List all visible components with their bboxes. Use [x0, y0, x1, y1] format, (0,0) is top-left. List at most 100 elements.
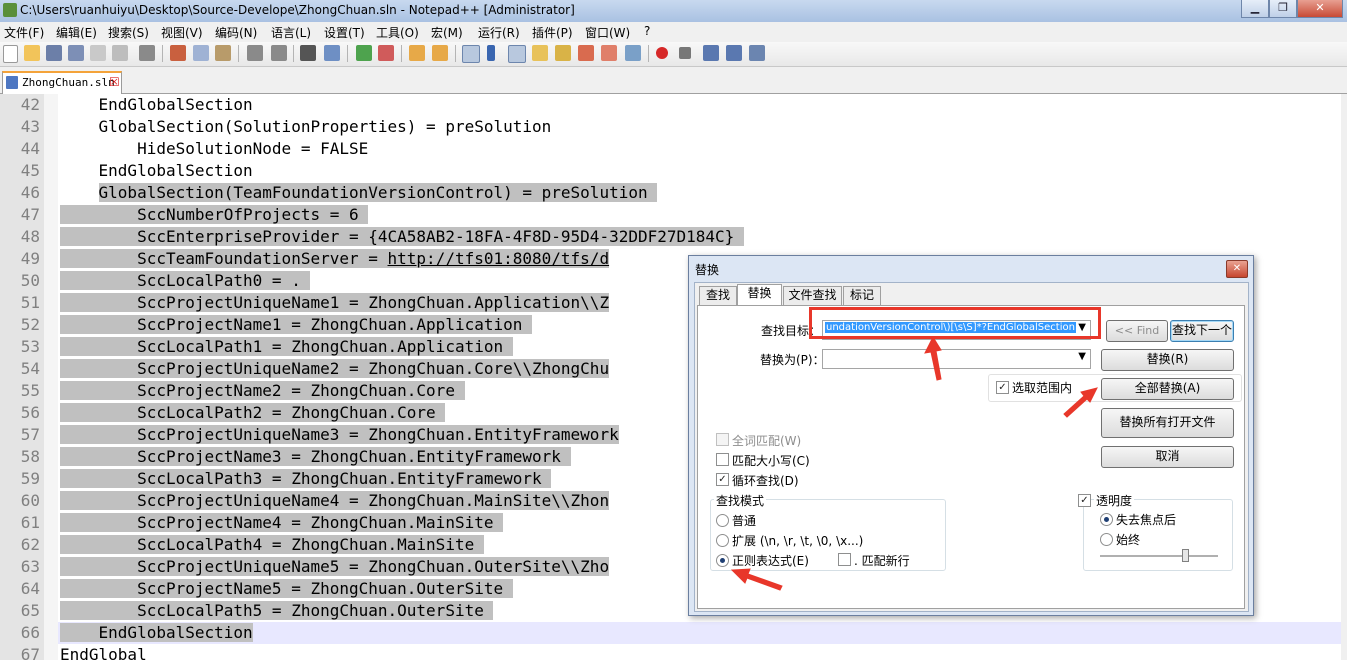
- cancel-button[interactable]: 取消: [1101, 446, 1234, 468]
- replace-all-open-docs-button[interactable]: 替换所有打开文件: [1101, 408, 1234, 438]
- editor-line[interactable]: 48 SccEnterpriseProvider = {4CA58AB2-18F…: [0, 226, 1347, 248]
- save-macro-icon[interactable]: [749, 45, 765, 61]
- whole-word-checkbox[interactable]: [716, 433, 729, 446]
- minimize-button[interactable]: ▁: [1241, 0, 1269, 18]
- print-icon[interactable]: [139, 45, 155, 61]
- zoom-in-icon[interactable]: [356, 45, 372, 61]
- indent-guide-icon[interactable]: [508, 45, 526, 63]
- wrap-around-checkbox[interactable]: ✓: [716, 473, 729, 486]
- sync-horizontal-icon[interactable]: [432, 45, 448, 61]
- define-language-icon[interactable]: [532, 45, 548, 61]
- editor-line[interactable]: 44 HideSolutionNode = FALSE: [0, 138, 1347, 160]
- code-text: SccLocalPath2 = ZhongChuan.Core: [60, 402, 446, 424]
- dialog-close-button[interactable]: ✕: [1226, 260, 1248, 278]
- transparency-slider-thumb[interactable]: [1182, 549, 1189, 562]
- code-text: SccProjectUniqueName1 = ZhongChuan.Appli…: [60, 292, 610, 314]
- find-next-button[interactable]: 查找下一个: [1170, 320, 1234, 342]
- menu-plugins[interactable]: 插件(P): [532, 24, 573, 41]
- save-icon[interactable]: [46, 45, 62, 61]
- line-number: 67: [20, 645, 40, 664]
- close-button[interactable]: ✕: [1297, 0, 1343, 18]
- mode-extended-radio[interactable]: [716, 534, 729, 547]
- vertical-scrollbar[interactable]: [1341, 94, 1347, 660]
- match-case-checkbox[interactable]: [716, 453, 729, 466]
- find-prev-button[interactable]: << Find: [1106, 320, 1168, 342]
- paste-icon[interactable]: [215, 45, 231, 61]
- menu-help[interactable]: ?: [644, 24, 650, 38]
- run-macro-multiple-icon[interactable]: [726, 45, 742, 61]
- show-all-chars-icon[interactable]: [487, 45, 495, 61]
- close-file-icon[interactable]: [90, 45, 106, 61]
- editor-line[interactable]: 45 EndGlobalSection: [0, 160, 1347, 182]
- menu-tools[interactable]: 工具(O): [376, 24, 419, 41]
- selected-text: SccLocalPath4 = ZhongChuan.MainSite: [60, 535, 484, 554]
- save-all-icon[interactable]: [68, 45, 84, 61]
- copy-icon[interactable]: [193, 45, 209, 61]
- redo-icon[interactable]: [271, 45, 287, 61]
- replace-all-button[interactable]: 全部替换(A): [1101, 378, 1234, 400]
- menu-edit[interactable]: 编辑(E): [56, 24, 97, 41]
- undo-icon[interactable]: [247, 45, 263, 61]
- editor-line[interactable]: 43 GlobalSection(SolutionProperties) = p…: [0, 116, 1347, 138]
- tab-mark[interactable]: 标记: [843, 286, 881, 305]
- menu-view[interactable]: 视图(V): [161, 24, 203, 41]
- sync-vertical-icon[interactable]: [409, 45, 425, 61]
- word-wrap-icon[interactable]: [462, 45, 480, 63]
- chevron-down-icon[interactable]: ▼: [1078, 351, 1086, 362]
- close-all-icon[interactable]: [112, 45, 128, 61]
- replace-icon[interactable]: [324, 45, 340, 61]
- always-radio[interactable]: [1100, 533, 1113, 546]
- selected-text: SccLocalPath3 = ZhongChuan.EntityFramewo…: [60, 469, 552, 488]
- editor-line[interactable]: 66 EndGlobalSection: [0, 622, 1347, 644]
- code-text: SccTeamFoundationServer = http://tfs01:8…: [60, 248, 610, 270]
- doc-map-icon[interactable]: [555, 45, 571, 61]
- mode-regex-radio[interactable]: [716, 554, 729, 567]
- record-macro-icon[interactable]: [656, 47, 668, 59]
- tab-close-icon[interactable]: ☒: [109, 75, 120, 89]
- editor-line[interactable]: 67 EndGlobal: [0, 644, 1347, 666]
- transparency-checkbox[interactable]: ✓: [1078, 494, 1091, 507]
- menu-settings[interactable]: 设置(T): [324, 24, 365, 41]
- menu-search[interactable]: 搜索(S): [108, 24, 149, 41]
- editor-line[interactable]: 42 EndGlobalSection: [0, 94, 1347, 116]
- editor-line[interactable]: 47 SccNumberOfProjects = 6: [0, 204, 1347, 226]
- open-file-icon[interactable]: [24, 45, 40, 61]
- tab-find-in-files[interactable]: 文件查找: [783, 286, 842, 305]
- url-link[interactable]: http://tfs01:8080/tfs/d: [388, 249, 610, 268]
- dialog-title-bar[interactable]: 替换 ✕: [689, 256, 1253, 280]
- menu-macro[interactable]: 宏(M): [431, 24, 463, 41]
- play-macro-icon[interactable]: [703, 45, 719, 61]
- in-selection-checkbox[interactable]: ✓: [996, 381, 1009, 394]
- maximize-button[interactable]: ❐: [1269, 0, 1297, 18]
- mode-extended-label: 扩展 (\n, \r, \t, \0, \x...): [732, 534, 864, 548]
- find-field-highlight: [809, 307, 1101, 339]
- dot-matches-newline-checkbox[interactable]: [838, 553, 851, 566]
- editor-line[interactable]: 46 GlobalSection(TeamFoundationVersionCo…: [0, 182, 1347, 204]
- code-text: SccEnterpriseProvider = {4CA58AB2-18FA-4…: [60, 226, 744, 248]
- replace-with-combo[interactable]: ▼: [822, 349, 1091, 369]
- tab-zhongchuan-sln[interactable]: ZhongChuan.sln ☒: [2, 71, 122, 94]
- on-lose-focus-radio[interactable]: [1100, 513, 1113, 526]
- find-icon[interactable]: [300, 45, 316, 61]
- line-number: 46: [20, 183, 40, 202]
- window-title: C:\Users\ruanhuiyu\Desktop\Source-Develo…: [20, 3, 575, 17]
- menu-window[interactable]: 窗口(W): [585, 24, 630, 41]
- mode-normal-radio[interactable]: [716, 514, 729, 527]
- function-list-icon[interactable]: [578, 45, 594, 61]
- selected-text: SccLocalPath2 = ZhongChuan.Core: [60, 403, 446, 422]
- folder-workspace-icon[interactable]: [601, 45, 617, 61]
- line-number: 53: [20, 337, 40, 356]
- file-icon: [6, 76, 18, 89]
- new-file-icon[interactable]: [3, 45, 18, 63]
- menu-file[interactable]: 文件(F): [4, 24, 44, 41]
- zoom-out-icon[interactable]: [378, 45, 394, 61]
- menu-encoding[interactable]: 编码(N): [215, 24, 257, 41]
- monitoring-icon[interactable]: [625, 45, 641, 61]
- cut-icon[interactable]: [170, 45, 186, 61]
- stop-macro-icon[interactable]: [679, 47, 691, 59]
- tab-replace[interactable]: 替换: [737, 284, 782, 306]
- menu-language[interactable]: 语言(L): [271, 24, 311, 41]
- replace-button[interactable]: 替换(R): [1101, 349, 1234, 371]
- tab-find[interactable]: 查找: [699, 286, 737, 305]
- menu-run[interactable]: 运行(R): [478, 24, 520, 41]
